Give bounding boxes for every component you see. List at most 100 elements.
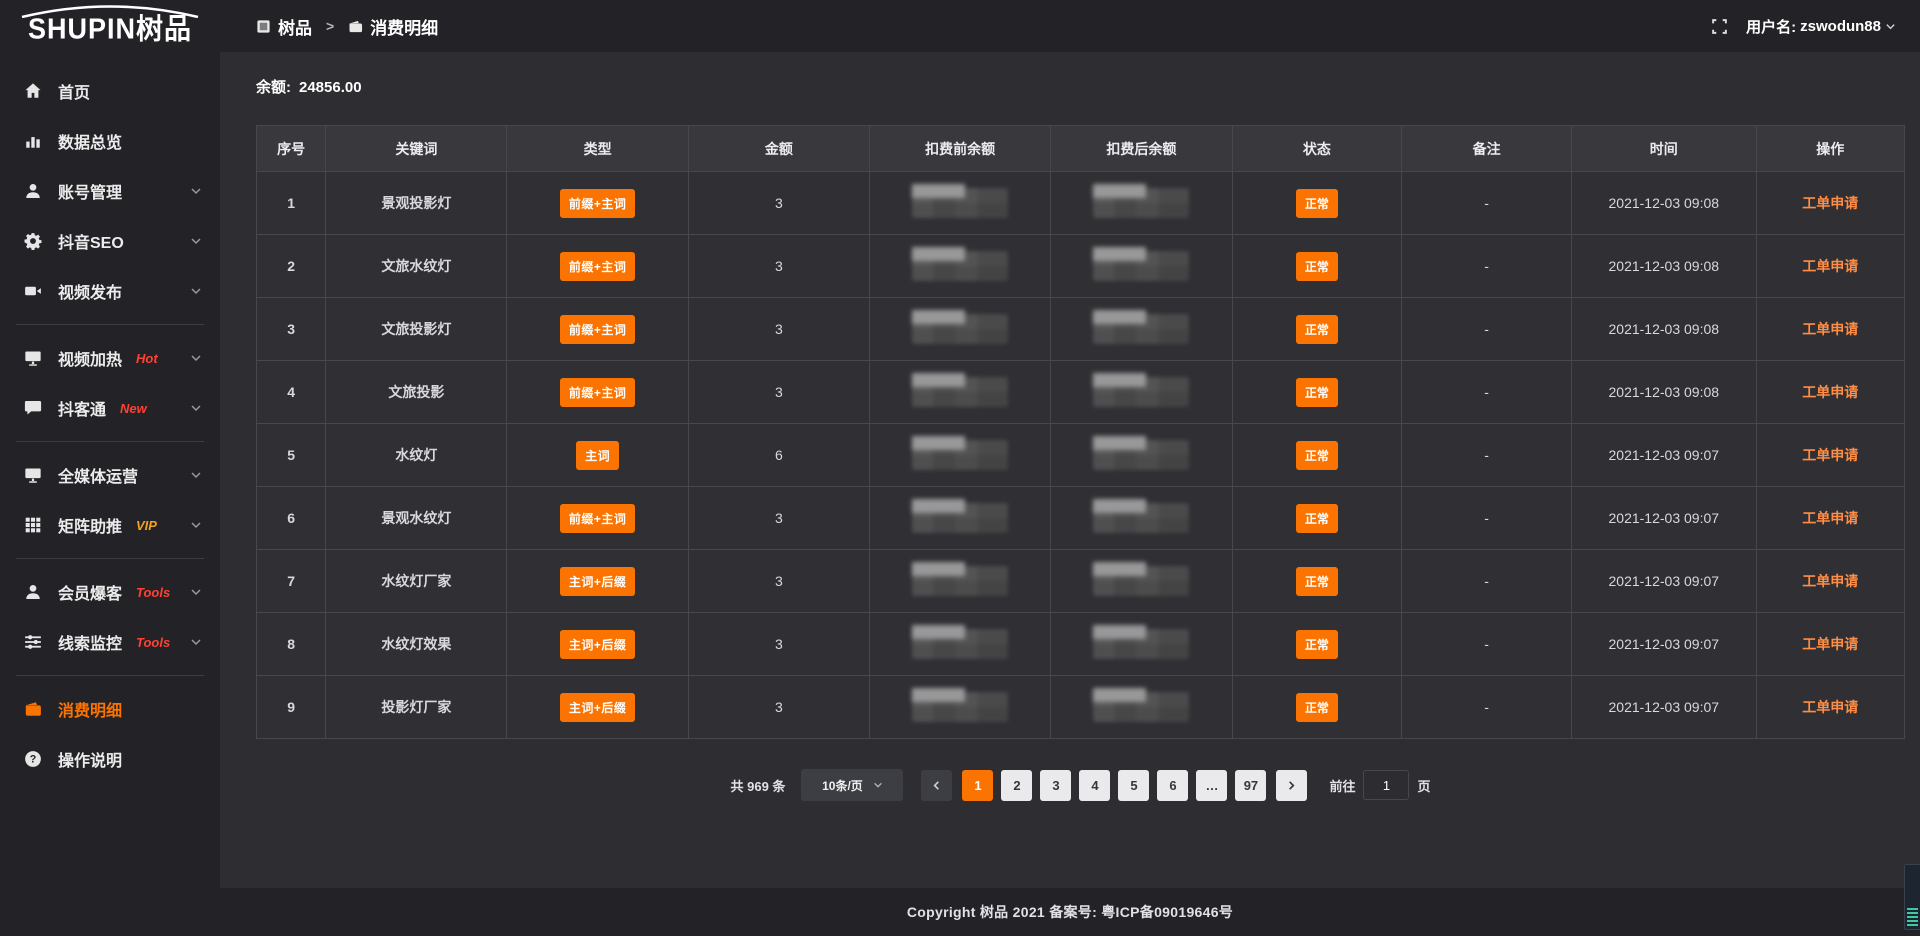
cell-remark: -: [1402, 487, 1572, 550]
fullscreen-icon[interactable]: [1711, 18, 1728, 35]
page-button-5[interactable]: 5: [1118, 770, 1149, 801]
cell-amount: 3: [688, 235, 869, 298]
redacted-balance: [912, 566, 1008, 596]
redacted-balance: [912, 188, 1008, 218]
cell-index: 1: [257, 172, 326, 235]
breadcrumb-label: 消费明细: [370, 14, 438, 39]
sidebar-item-label: 视频加热: [58, 346, 122, 370]
page-button-97[interactable]: 97: [1235, 770, 1266, 801]
goto-suffix: 页: [1417, 776, 1430, 795]
grid-icon: [24, 516, 42, 534]
redacted-balance: [1093, 692, 1189, 722]
next-page-button[interactable]: [1276, 770, 1307, 801]
sidebar-item-账号管理[interactable]: 账号管理: [0, 166, 220, 216]
goto-page-input[interactable]: [1363, 770, 1409, 800]
page-button-1[interactable]: 1: [962, 770, 993, 801]
sidebar-item-label: 消费明细: [58, 697, 122, 721]
table-row: 7水纹灯厂家主词+后缀3正常-2021-12-03 09:07工单申请: [257, 550, 1905, 613]
balance: 余额:24856.00: [256, 76, 1905, 97]
copyright-text: Copyright 树品 2021 备案号: 粤ICP备09019646号: [907, 902, 1233, 922]
type-badge: 主词+后缀: [560, 630, 636, 659]
work-order-link[interactable]: 工单申请: [1802, 384, 1858, 400]
sidebar-item-tag: Tools: [136, 635, 170, 650]
sidebar-item-首页[interactable]: 首页: [0, 66, 220, 116]
cell-action: 工单申请: [1756, 676, 1904, 739]
sliders-icon: [24, 633, 42, 651]
consumption-table: 序号关键词类型金额扣费前余额扣费后余额状态备注时间操作 1景观投影灯前缀+主词3…: [256, 125, 1905, 739]
sidebar-item-label: 抖音SEO: [58, 229, 124, 253]
sidebar-item-操作说明[interactable]: ?操作说明: [0, 734, 220, 784]
breadcrumb-item-消费明细[interactable]: 消费明细: [348, 14, 438, 39]
monitor-icon: [24, 466, 42, 484]
table-row: 6景观水纹灯前缀+主词3正常-2021-12-03 09:07工单申请: [257, 487, 1905, 550]
sidebar-item-矩阵助推[interactable]: 矩阵助推VIP: [0, 500, 220, 550]
page-button-4[interactable]: 4: [1079, 770, 1110, 801]
balance-value: 24856.00: [299, 79, 362, 96]
sidebar-item-抖客通[interactable]: 抖客通New: [0, 383, 220, 433]
sidebar-item-视频加热[interactable]: 视频加热Hot: [0, 333, 220, 383]
sidebar-item-消费明细[interactable]: 消费明细: [0, 684, 220, 734]
status-badge: 正常: [1296, 693, 1338, 722]
chevron-down-icon: [190, 235, 202, 247]
cell-balance-before: [870, 172, 1051, 235]
footer: Copyright 树品 2021 备案号: 粤ICP备09019646号: [220, 888, 1920, 936]
page-button-6[interactable]: 6: [1157, 770, 1188, 801]
redacted-balance: [912, 629, 1008, 659]
cell-time: 2021-12-03 09:08: [1572, 235, 1757, 298]
redacted-balance: [1093, 314, 1189, 344]
work-order-link[interactable]: 工单申请: [1802, 510, 1858, 526]
page-ellipsis-button[interactable]: …: [1196, 770, 1227, 801]
sidebar-item-label: 矩阵助推: [58, 513, 122, 537]
cell-keyword: 水纹灯: [326, 424, 507, 487]
cell-keyword: 水纹灯厂家: [326, 550, 507, 613]
work-order-link[interactable]: 工单申请: [1802, 447, 1858, 463]
status-badge: 正常: [1296, 441, 1338, 470]
sidebar-item-数据总览[interactable]: 数据总览: [0, 116, 220, 166]
user-menu[interactable]: 用户名: zswodun88: [1746, 16, 1896, 37]
page-button-3[interactable]: 3: [1040, 770, 1071, 801]
work-order-link[interactable]: 工单申请: [1802, 321, 1858, 337]
grid-icon: [24, 516, 42, 534]
page-size-select[interactable]: 10条/页: [801, 769, 903, 801]
table-row: 9投影灯厂家主词+后缀3正常-2021-12-03 09:07工单申请: [257, 676, 1905, 739]
cell-status: 正常: [1232, 172, 1402, 235]
work-order-link[interactable]: 工单申请: [1802, 636, 1858, 652]
cell-type: 前缀+主词: [507, 487, 688, 550]
logo[interactable]: SHUPIN树品: [0, 0, 220, 52]
app-icon: [256, 19, 271, 34]
work-order-link[interactable]: 工单申请: [1802, 573, 1858, 589]
sidebar-item-线索监控[interactable]: 线索监控Tools: [0, 617, 220, 667]
cell-type: 主词+后缀: [507, 550, 688, 613]
sidebar-item-抖音SEO[interactable]: 抖音SEO: [0, 216, 220, 266]
sidebar-item-会员爆客[interactable]: 会员爆客Tools: [0, 567, 220, 617]
work-order-link[interactable]: 工单申请: [1802, 258, 1858, 274]
work-order-link[interactable]: 工单申请: [1802, 195, 1858, 211]
cell-balance-after: [1051, 361, 1232, 424]
chat-widget[interactable]: [1904, 864, 1920, 930]
cell-type: 前缀+主词: [507, 235, 688, 298]
wallet-icon: [24, 700, 42, 718]
chevron-down-icon: [190, 285, 202, 297]
status-badge: 正常: [1296, 189, 1338, 218]
cell-balance-before: [870, 676, 1051, 739]
cell-status: 正常: [1232, 487, 1402, 550]
table-row: 1景观投影灯前缀+主词3正常-2021-12-03 09:08工单申请: [257, 172, 1905, 235]
cell-remark: -: [1402, 298, 1572, 361]
sidebar-item-全媒体运营[interactable]: 全媒体运营: [0, 450, 220, 500]
cell-balance-before: [870, 424, 1051, 487]
status-badge: 正常: [1296, 378, 1338, 407]
app-icon: [256, 19, 271, 34]
work-order-link[interactable]: 工单申请: [1802, 699, 1858, 715]
cell-index: 9: [257, 676, 326, 739]
breadcrumb-item-树品[interactable]: 树品: [256, 14, 312, 39]
sidebar-item-视频发布[interactable]: 视频发布: [0, 266, 220, 316]
chevron-right-icon: [1286, 780, 1297, 791]
column-header-类型: 类型: [507, 126, 688, 172]
wallet-icon: [24, 700, 42, 718]
prev-page-button[interactable]: [921, 770, 952, 801]
cell-balance-after: [1051, 676, 1232, 739]
column-header-状态: 状态: [1232, 126, 1402, 172]
page-button-2[interactable]: 2: [1001, 770, 1032, 801]
cell-amount: 3: [688, 613, 869, 676]
cell-time: 2021-12-03 09:08: [1572, 361, 1757, 424]
